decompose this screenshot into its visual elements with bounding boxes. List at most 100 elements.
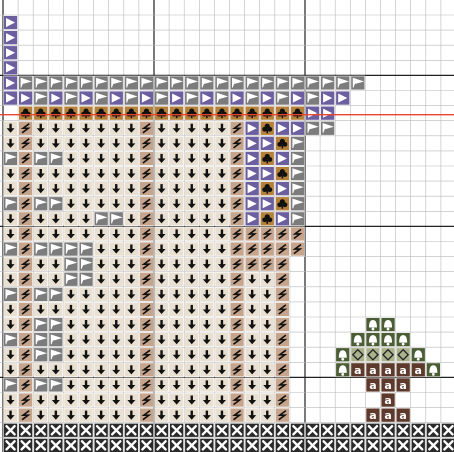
stitch-cell-gray-flag[interactable] [63,271,79,287]
stitch-cell-charcoal-x[interactable] [3,422,18,438]
stitch-cell-cream-down-arrow[interactable] [124,407,139,423]
stitch-cell-charcoal-x[interactable] [199,438,215,452]
stitch-cell-cream-down-arrow[interactable] [93,271,109,287]
stitch-cell-tan-slash[interactable] [290,226,305,242]
stitch-cell-charcoal-x[interactable] [124,422,139,438]
stitch-cell-tan-slash[interactable] [18,256,33,272]
stitch-cell-tan-slash[interactable] [229,287,245,302]
stitch-cell-cream-down-arrow[interactable] [214,377,230,393]
stitch-cell-cream-down-arrow[interactable] [63,196,79,212]
stitch-cell-cream-down-arrow[interactable] [169,136,184,151]
stitch-cell-cream-down-arrow[interactable] [214,362,230,378]
stitch-cell-cream-down-arrow[interactable] [199,226,215,242]
stitch-cell-purple-triangle[interactable] [199,90,215,106]
stitch-cell-gray-flag[interactable] [350,75,366,91]
stitch-cell-cream-down-arrow[interactable] [124,151,139,166]
stitch-cell-cream-down-arrow[interactable] [184,271,200,287]
stitch-cell-cream-down-arrow[interactable] [3,347,18,362]
stitch-cell-cream-down-arrow[interactable] [244,392,260,408]
stitch-cell-tan-slash[interactable] [229,362,245,378]
stitch-cell-cream-down-arrow[interactable] [199,181,215,196]
stitch-cell-purple-triangle[interactable] [3,75,18,91]
stitch-cell-tan-slash[interactable] [259,256,275,272]
stitch-cell-cream-down-arrow[interactable] [33,136,48,151]
stitch-cell-brown-a[interactable]: a [365,377,381,393]
stitch-cell-gray-flag[interactable] [33,151,48,166]
stitch-cell-charcoal-x[interactable] [290,438,305,452]
stitch-cell-cream-down-arrow[interactable] [124,256,139,272]
stitch-cell-cream-down-arrow[interactable] [63,377,79,393]
stitch-cell-purple-triangle[interactable] [275,211,290,227]
stitch-cell-purple-triangle[interactable] [3,90,18,106]
stitch-cell-ochre-club[interactable] [109,105,124,121]
stitch-cell-purple-triangle[interactable] [320,90,335,106]
stitch-cell-gray-flag[interactable] [93,211,109,227]
stitch-cell-cream-down-arrow[interactable] [184,377,200,393]
stitch-cell-tan-slash[interactable] [139,226,154,242]
stitch-cell-gray-flag[interactable] [139,75,154,91]
stitch-cell-gray-flag[interactable] [33,241,48,257]
stitch-cell-cream-down-arrow[interactable] [63,166,79,181]
stitch-cell-cream-down-arrow[interactable] [33,121,48,136]
stitch-cell-ochre-club[interactable] [275,136,290,151]
stitch-cell-green-bell[interactable] [380,332,396,347]
stitch-cell-cream-down-arrow[interactable] [184,407,200,423]
stitch-cell-cream-down-arrow[interactable] [154,211,169,227]
stitch-cell-ochre-club[interactable] [244,105,260,121]
stitch-cell-charcoal-x[interactable] [320,438,335,452]
stitch-cell-cream-down-arrow[interactable] [214,256,230,272]
stitch-cell-charcoal-x[interactable] [350,422,366,438]
stitch-cell-cream-down-arrow[interactable] [184,302,200,317]
stitch-cell-cream-down-arrow[interactable] [154,151,169,166]
stitch-cell-cream-down-arrow[interactable] [78,287,94,302]
stitch-cell-cream-down-arrow[interactable] [154,256,169,272]
stitch-cell-purple-triangle[interactable] [3,30,18,45]
stitch-cell-cream-down-arrow[interactable] [63,151,79,166]
stitch-cell-cream-down-arrow[interactable] [199,151,215,166]
stitch-cell-charcoal-x[interactable] [124,438,139,452]
stitch-cell-cream-down-arrow[interactable] [78,302,94,317]
stitch-cell-gray-flag[interactable] [199,75,215,91]
stitch-cell-gray-flag[interactable] [290,211,305,227]
stitch-cell-gray-flag[interactable] [3,287,18,302]
stitch-cell-cream-down-arrow[interactable] [244,317,260,332]
stitch-cell-brown-a[interactable]: a [365,362,381,378]
stitch-cell-tan-slash[interactable] [259,241,275,257]
stitch-cell-cream-down-arrow[interactable] [48,211,64,227]
stitch-cell-cream-down-arrow[interactable] [78,392,94,408]
stitch-cell-cream-down-arrow[interactable] [93,256,109,272]
stitch-cell-gray-flag[interactable] [48,75,64,91]
stitch-cell-cream-down-arrow[interactable] [169,256,184,272]
stitch-cell-tan-slash[interactable] [18,211,33,227]
stitch-cell-cream-down-arrow[interactable] [109,136,124,151]
stitch-cell-cream-down-arrow[interactable] [124,211,139,227]
stitch-cell-cream-down-arrow[interactable] [259,271,275,287]
stitch-cell-charcoal-x[interactable] [441,422,454,438]
stitch-cell-cream-down-arrow[interactable] [124,362,139,378]
pattern-grid[interactable]: a a a a aa a aaa a a [0,0,454,452]
stitch-cell-cream-down-arrow[interactable] [184,136,200,151]
stitch-cell-tan-slash[interactable] [229,407,245,423]
stitch-cell-cream-down-arrow[interactable] [78,226,94,242]
stitch-cell-charcoal-x[interactable] [3,438,18,452]
stitch-cell-cream-down-arrow[interactable] [93,166,109,181]
stitch-cell-tan-slash[interactable] [229,332,245,347]
stitch-cell-cream-down-arrow[interactable] [78,362,94,378]
stitch-cell-cream-down-arrow[interactable] [199,287,215,302]
stitch-cell-charcoal-x[interactable] [109,438,124,452]
stitch-cell-cream-down-arrow[interactable] [109,347,124,362]
stitch-cell-gray-flag[interactable] [3,377,18,393]
stitch-cell-tan-slash[interactable] [229,121,245,136]
stitch-cell-tan-slash[interactable] [275,226,290,242]
stitch-cell-cream-down-arrow[interactable] [63,302,79,317]
stitch-cell-cream-down-arrow[interactable] [78,166,94,181]
stitch-cell-gray-flag[interactable] [275,90,290,106]
stitch-cell-cream-down-arrow[interactable] [154,287,169,302]
stitch-cell-cream-down-arrow[interactable] [48,136,64,151]
stitch-cell-cream-down-arrow[interactable] [199,256,215,272]
stitch-cell-cream-down-arrow[interactable] [259,392,275,408]
stitch-cell-gray-flag[interactable] [124,90,139,106]
stitch-cell-charcoal-x[interactable] [18,422,33,438]
stitch-cell-cream-down-arrow[interactable] [214,302,230,317]
stitch-cell-gray-flag[interactable] [48,151,64,166]
